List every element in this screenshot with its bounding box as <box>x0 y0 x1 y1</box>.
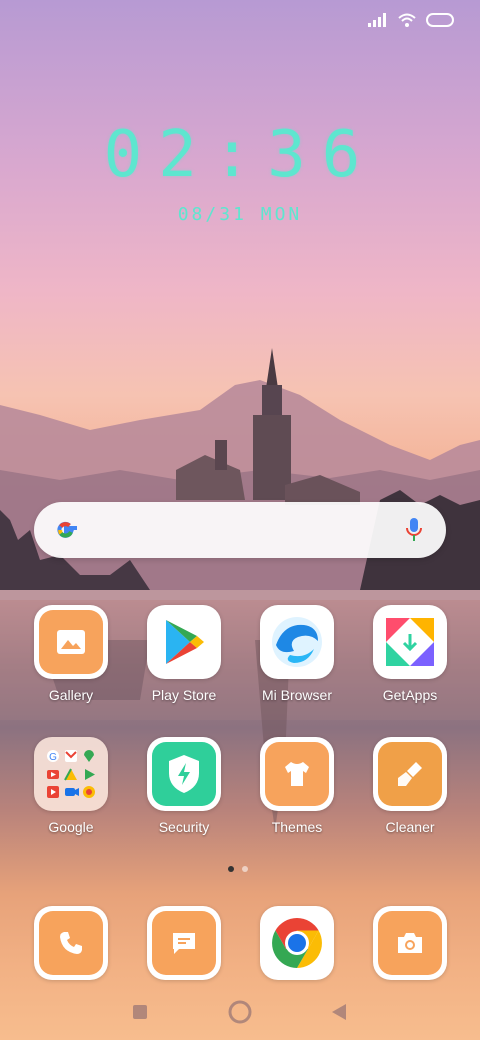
chrome-icon <box>260 906 334 980</box>
mi-browser-icon <box>260 605 334 679</box>
clock-date: 08/31 MON <box>177 204 303 225</box>
app-gallery[interactable]: Gallery <box>21 605 121 703</box>
svg-text:G: G <box>49 752 57 763</box>
app-label: Mi Browser <box>261 687 332 703</box>
app-cleaner[interactable]: Cleaner <box>360 737 460 835</box>
app-getapps[interactable]: GetApps <box>360 605 460 703</box>
google-search-bar[interactable] <box>34 502 446 558</box>
app-security[interactable]: Security <box>134 737 234 835</box>
wifi-icon <box>398 13 416 32</box>
recents-square-icon[interactable] <box>133 1005 147 1019</box>
camera-icon <box>373 906 447 980</box>
page-indicator[interactable] <box>228 866 248 872</box>
app-label: Themes <box>271 819 323 835</box>
play-store-icon <box>147 605 221 679</box>
app-label: Security <box>158 819 210 835</box>
phone-icon <box>34 906 108 980</box>
google-folder-icon: G <box>34 737 108 811</box>
app-label: Gallery <box>48 687 94 703</box>
dock-camera[interactable] <box>360 906 460 980</box>
status-bar <box>368 10 456 34</box>
back-triangle-icon[interactable] <box>332 1004 346 1020</box>
google-logo-icon <box>52 516 80 549</box>
app-label: GetApps <box>382 687 438 703</box>
page-dot-2[interactable] <box>242 866 248 872</box>
dock-messages[interactable] <box>134 906 234 980</box>
dock-chrome[interactable] <box>247 906 347 980</box>
page-dot-1[interactable] <box>228 866 234 872</box>
messages-icon <box>147 906 221 980</box>
gallery-icon <box>34 605 108 679</box>
dock-phone[interactable] <box>21 906 121 980</box>
home-circle-icon[interactable] <box>228 1000 252 1024</box>
themes-shirt-icon <box>260 737 334 811</box>
mic-icon[interactable] <box>404 516 424 549</box>
app-label: Cleaner <box>385 819 435 835</box>
navigation-bar <box>133 1000 346 1024</box>
battery-icon <box>426 12 456 32</box>
security-shield-icon <box>147 737 221 811</box>
app-play-store[interactable]: Play Store <box>134 605 234 703</box>
app-label: Play Store <box>151 687 217 703</box>
cleaner-brush-icon <box>373 737 447 811</box>
signal-icon <box>368 12 388 32</box>
app-label: Google <box>48 819 94 835</box>
app-mi-browser[interactable]: Mi Browser <box>247 605 347 703</box>
getapps-icon <box>373 605 447 679</box>
app-google-folder[interactable]: G Google <box>21 737 121 835</box>
app-themes[interactable]: Themes <box>247 737 347 835</box>
clock-time[interactable]: 02:36 <box>0 118 480 192</box>
